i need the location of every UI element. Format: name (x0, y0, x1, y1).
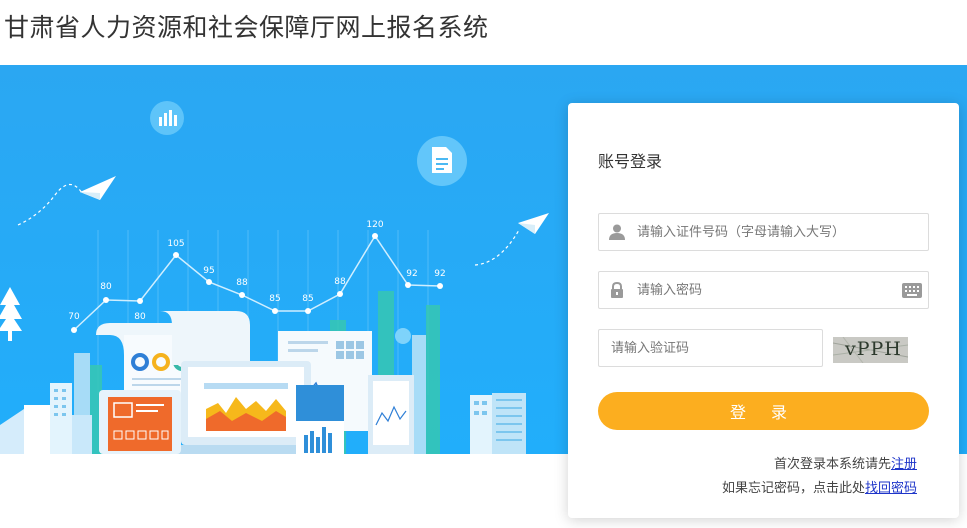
chart-point-label: 88 (334, 277, 346, 287)
user-icon (609, 224, 625, 240)
chart-point-label: 105 (167, 239, 184, 249)
paper-plane-icon (17, 176, 116, 226)
chart-point-label: 92 (434, 269, 445, 279)
chart-point-label: 80 (100, 282, 112, 292)
tablet-illustration (99, 390, 181, 454)
forgot-password-link[interactable]: 找回密码 (865, 481, 917, 496)
tree-decoration (0, 287, 22, 341)
password-field[interactable] (598, 271, 929, 309)
financial-report-doc: FINANCIAL REPORT (296, 385, 344, 454)
keyboard-icon[interactable] (902, 283, 922, 298)
register-prompt: 首次登录本系统请先 (773, 457, 891, 472)
login-card: 账号登录 请输入证件号码（字母请输入大写） 请输入验证码 vPPH 登 录 首次… (568, 103, 959, 518)
site-title: 甘肃省人力资源和社会保障厅网上报名系统 (4, 13, 489, 42)
chart-point-label: 70 (68, 312, 80, 322)
password-input[interactable] (637, 272, 892, 308)
register-link[interactable]: 注册 (891, 457, 917, 472)
captcha-input[interactable] (599, 330, 819, 366)
chart-point-label: 85 (302, 294, 313, 304)
id-number-field[interactable] (598, 213, 929, 251)
monitor-illustration (368, 375, 414, 454)
wave-paper (160, 311, 250, 365)
chart-point-label: 95 (203, 266, 214, 276)
captcha-image[interactable]: vPPH (833, 337, 908, 363)
forgot-password-hint: 如果忘记密码，点击此处找回密码 (722, 477, 917, 496)
captcha-field[interactable] (598, 329, 823, 367)
chart-point-label: 120 (366, 220, 383, 230)
register-hint: 首次登录本系统请先注册 (774, 453, 917, 472)
chart-point-label: 92 (406, 269, 417, 279)
document-icon (417, 136, 467, 186)
chart-point-label: 80 (134, 312, 146, 322)
lock-icon (611, 281, 623, 298)
page: 甘肃省人力资源和社会保障厅网上报名系统 70 80 80 105 95 88 8… (0, 0, 967, 528)
captcha-text: vPPH (845, 338, 902, 360)
id-number-input[interactable] (637, 214, 922, 250)
city-buildings-right (470, 393, 526, 454)
bubble-decoration (395, 328, 411, 344)
chart-point-label: 88 (236, 278, 248, 288)
financial-report-caption: FINANCIAL REPORT (299, 421, 342, 427)
paper-plane-icon (474, 213, 549, 266)
login-title: 账号登录 (598, 152, 663, 171)
login-button[interactable]: 登 录 (598, 392, 929, 430)
forgot-prompt: 如果忘记密码，点击此处 (721, 481, 865, 496)
chart-point-label: 85 (269, 294, 280, 304)
bar-chart-icon (150, 101, 184, 135)
